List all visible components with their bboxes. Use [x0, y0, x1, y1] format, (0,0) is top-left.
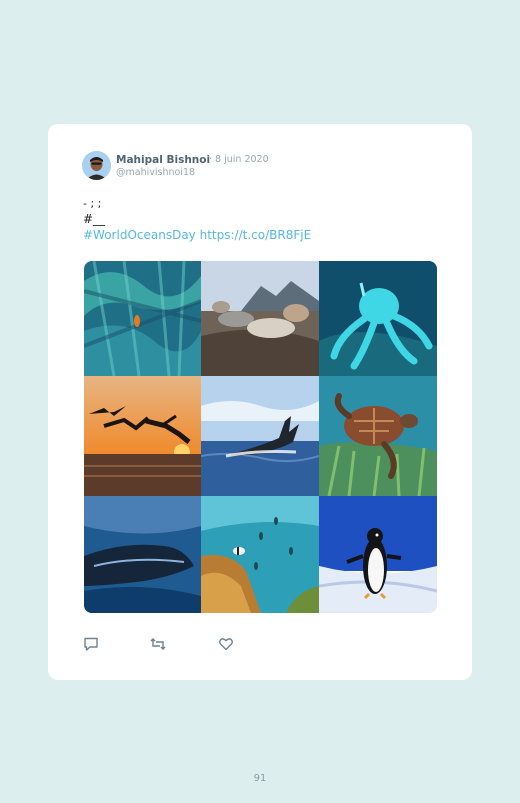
url-link[interactable]: https://t.co/BR8FjE [200, 228, 312, 242]
tweet-card: Mahipal Bishnoi · 8 juin 2020 @mahivishn… [48, 124, 472, 680]
tweet-date[interactable]: · 8 juin 2020 [209, 154, 269, 165]
media-photo-octopus[interactable] [319, 261, 437, 376]
media-photo-reef-fish[interactable] [201, 496, 319, 613]
heart-icon[interactable] [218, 636, 234, 652]
media-photo-penguin[interactable] [319, 496, 437, 613]
retweet-icon[interactable] [150, 636, 166, 652]
tweet-text-line: #__ [83, 212, 106, 226]
media-photo-whale-tail[interactable] [201, 376, 319, 496]
tweet-text-line: - ; ; [83, 197, 102, 210]
author-handle[interactable]: @mahivishnoi18 [116, 167, 195, 178]
avatar[interactable] [82, 151, 111, 180]
media-photo-dolphin[interactable] [84, 496, 201, 613]
media-photo-seals[interactable] [201, 261, 319, 376]
reply-icon[interactable] [83, 636, 99, 652]
media-photo-sea-turtle[interactable] [319, 376, 437, 496]
tweet-links-line: #WorldOceansDay https://t.co/BR8FjE [83, 228, 311, 242]
media-grid[interactable] [84, 261, 437, 613]
hashtag-link[interactable]: #WorldOceansDay [83, 228, 196, 242]
page-number: 91 [253, 773, 267, 784]
media-photo-coral-reef[interactable] [84, 261, 201, 376]
media-photo-pelicans-sunset[interactable] [84, 376, 201, 496]
author-name[interactable]: Mahipal Bishnoi [116, 154, 210, 166]
